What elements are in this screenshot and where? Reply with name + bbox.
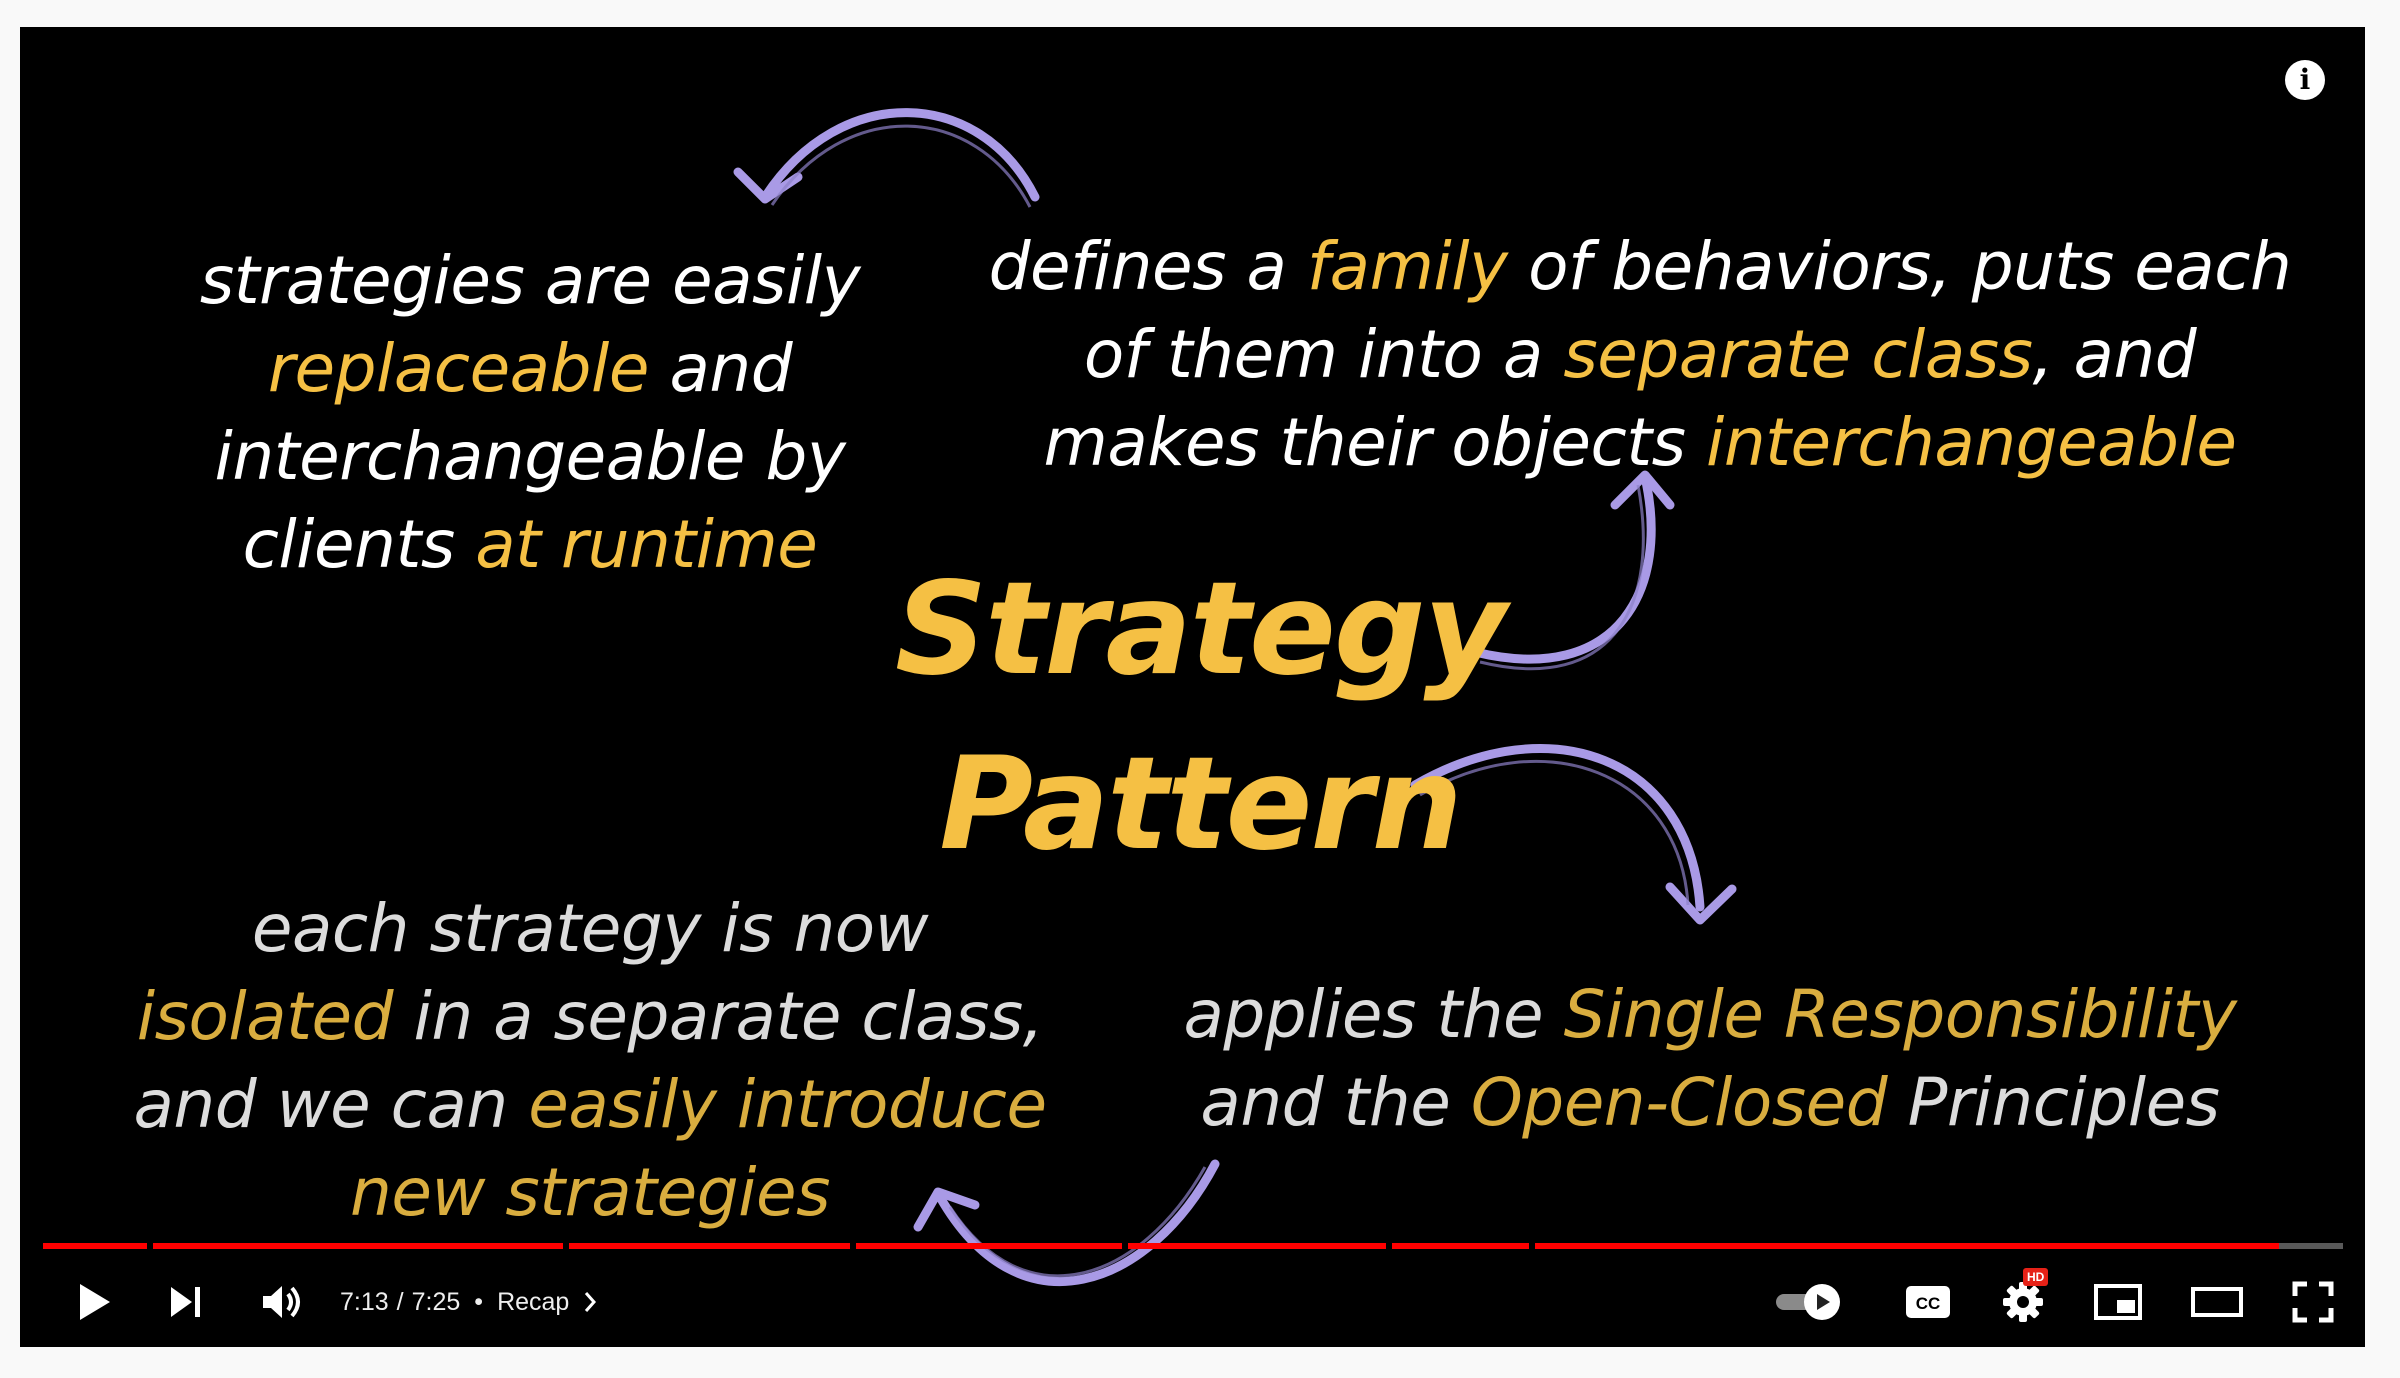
next-button[interactable] [160, 1276, 212, 1328]
time-display: 7:13 / 7:25 • Recap [340, 1278, 597, 1326]
slide-line: replaceable and [160, 325, 900, 413]
chapter-marker [1528, 1243, 1535, 1249]
slide-line: makes their objects interchangeable [950, 399, 2330, 487]
slide-text-span: and [648, 330, 793, 407]
slide-line: of them into a separate class, and [950, 311, 2330, 399]
video-player[interactable]: strategies are easily replaceable and in… [20, 27, 2365, 1347]
highlight-text: easily introduce [528, 1066, 1047, 1143]
highlight-text: Open-Closed [1470, 1064, 1888, 1141]
miniplayer-button[interactable] [2088, 1276, 2148, 1328]
slide-text-span: and the [1200, 1064, 1471, 1141]
progress-played [43, 1243, 2279, 1249]
settings-icon [2003, 1282, 2043, 1322]
chapter-dot: • [474, 1287, 484, 1316]
slide-text-top-right: defines a family of behaviors, puts each… [950, 223, 2330, 487]
slide-text-span: clients [242, 506, 476, 583]
chapter-marker [1121, 1243, 1128, 1249]
slide-text-bottom-left: each strategy is now isolated in a separ… [90, 885, 1090, 1237]
highlight-text: replaceable [267, 330, 650, 407]
slide-text-span: Principles [1887, 1064, 2220, 1141]
slide-title: Strategy Pattern [800, 542, 1600, 892]
slide-text-span: makes their objects [1043, 404, 1706, 481]
slide-text-span: , and [2032, 316, 2197, 393]
chapter-title-button[interactable]: Recap [497, 1288, 569, 1317]
time-separator: / [396, 1287, 404, 1316]
slide-text-span: and we can [133, 1066, 529, 1143]
highlight-text: separate class [1563, 316, 2033, 393]
volume-button[interactable] [252, 1276, 312, 1328]
info-icon[interactable]: i [2285, 60, 2325, 100]
chapter-marker [562, 1243, 569, 1249]
chapter-marker [146, 1243, 153, 1249]
play-icon [80, 1284, 110, 1320]
cc-label: CC [1916, 1294, 1941, 1313]
chapter-marker [1386, 1243, 1393, 1249]
slide-line: interchangeable by [214, 418, 846, 495]
fullscreen-icon [2292, 1281, 2334, 1323]
slide-text-span: applies the [1183, 976, 1564, 1053]
title-line-2: Pattern [939, 730, 1462, 879]
highlight-text: Single Responsibility [1563, 976, 2237, 1053]
slide-line: isolated in a separate class, [90, 973, 1090, 1061]
next-icon [171, 1287, 200, 1317]
slide-text-span: of them into a [1083, 316, 1564, 393]
captions-button[interactable]: CC [1900, 1276, 1956, 1328]
slide-line: and the Open-Closed Principles [1150, 1059, 2270, 1147]
player-controls: 7:13 / 7:25 • Recap CC HD [20, 1262, 2365, 1342]
autoplay-toggle[interactable] [1770, 1276, 1850, 1328]
slide-text-span: in a separate class, [393, 978, 1044, 1055]
highlight-text: at runtime [475, 506, 818, 583]
captions-icon: CC [1906, 1286, 1950, 1318]
highlight-text: isolated [136, 978, 394, 1055]
slide-text-span: of behaviors, puts each [1507, 228, 2292, 305]
progress-bar[interactable] [43, 1243, 2343, 1249]
slide-line: applies the Single Responsibility [1150, 971, 2270, 1059]
play-button[interactable] [68, 1276, 120, 1328]
highlight-text: new strategies [350, 1154, 830, 1231]
slide-line: strategies are easily [199, 242, 861, 319]
slide-line: and we can easily introduce [90, 1061, 1090, 1149]
theater-mode-button[interactable] [2185, 1276, 2249, 1328]
highlight-text: family [1306, 228, 1508, 305]
title-line-1: Strategy [895, 555, 1507, 704]
slide-text-span: defines a [988, 228, 1307, 305]
slide-text-bottom-right: applies the Single Responsibility and th… [1150, 971, 2270, 1147]
theater-icon [2191, 1287, 2243, 1317]
chapter-marker [850, 1243, 857, 1249]
hd-badge: HD [2023, 1268, 2049, 1286]
duration: 7:25 [411, 1287, 461, 1316]
miniplayer-icon [2094, 1284, 2142, 1320]
volume-icon [263, 1286, 300, 1318]
slide-line: defines a family of behaviors, puts each [950, 223, 2330, 311]
highlight-text: interchangeable [1705, 404, 2237, 481]
slide-line: each strategy is now [251, 890, 929, 967]
autoplay-toggle-icon [1776, 1284, 1840, 1320]
fullscreen-button[interactable] [2285, 1276, 2341, 1328]
chevron-right-icon[interactable] [583, 1290, 597, 1314]
slide-line: clients at runtime [160, 501, 900, 589]
slide-text-top-left: strategies are easily replaceable and in… [160, 237, 900, 589]
slide-line: new strategies [90, 1149, 1090, 1237]
current-time: 7:13 [340, 1287, 389, 1316]
